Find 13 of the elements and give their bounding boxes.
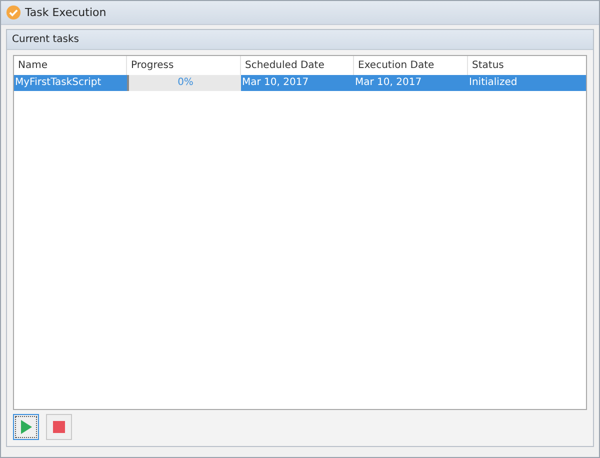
- table-cell-text: MyFirstTaskScript: [14, 76, 102, 90]
- play-button[interactable]: [13, 414, 39, 440]
- group-title: Current tasks: [7, 30, 593, 50]
- table-cell-text: Mar 10, 2017: [241, 76, 310, 90]
- table-cell-text: Initialized: [468, 76, 518, 90]
- table-cell-text: Mar 10, 2017: [354, 76, 423, 90]
- play-icon: [20, 420, 32, 434]
- check-icon: [6, 5, 21, 20]
- stop-icon: [53, 421, 65, 433]
- column-header[interactable]: Status: [468, 56, 586, 75]
- progress-reading: 0%: [178, 77, 194, 88]
- window-title: Task Execution: [25, 6, 106, 19]
- stop-button[interactable]: [46, 414, 72, 440]
